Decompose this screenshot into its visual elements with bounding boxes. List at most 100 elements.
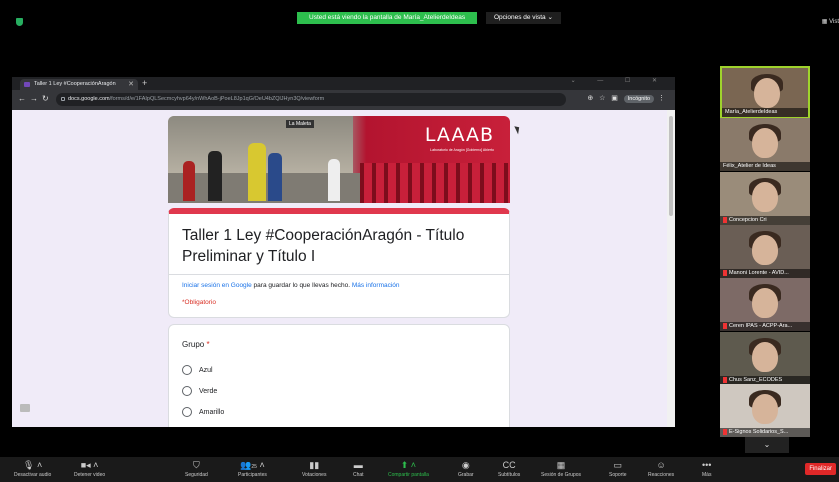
participant-tile[interactable]: Manoni Lorente - AVID...	[720, 225, 810, 278]
sidepanel-icon[interactable]: ▣	[611, 95, 618, 102]
url-path: /forms/d/e/1FAIpQLSecmcyhvp64y/nWhAoB-jP…	[109, 96, 325, 102]
banner-shop-sign: La Maleta	[286, 120, 314, 128]
share-screen-icon: ⬆ ˄	[400, 460, 417, 470]
chat-icon: ▬	[353, 460, 363, 470]
meeting-toolbar: 🎙 ˄ Desactivar audio ■◂ ˄ Detener video ⛉ S…	[0, 457, 839, 482]
participant-video-face	[754, 78, 780, 108]
end-meeting-button[interactable]: Finalizar	[805, 463, 836, 475]
muted-mic-icon	[723, 269, 727, 276]
shield-icon: ⛉	[193, 460, 200, 470]
participants-button[interactable]: 👥25 ˄ Participantes	[238, 460, 267, 479]
participant-name: E-Signos Solidarios_S...	[720, 428, 810, 437]
microphone-icon: 🎙 ˄	[23, 460, 43, 470]
cc-icon: CC	[502, 460, 516, 470]
bar-chart-icon: ▮▮	[309, 460, 320, 470]
radio-option-verde[interactable]: Verde	[182, 386, 217, 397]
tab-title: Taller 1 Ley #CooperaciónAragón	[34, 81, 116, 87]
star-bookmark-icon[interactable]: ☆	[599, 95, 605, 102]
participant-video-face	[752, 342, 778, 372]
signin-notice: Iniciar sesión en Google para guardar lo…	[182, 282, 400, 289]
record-icon: ◉	[461, 460, 470, 470]
stop-video-button[interactable]: ■◂ ˄ Detener video	[74, 460, 105, 479]
participant-video-face	[752, 288, 778, 318]
question-card-grupo: Grupo * Azul Verde Amarillo	[168, 324, 510, 427]
share-screen-button[interactable]: ⬆ ˄ Compartir pantalla	[388, 460, 429, 479]
participant-tile[interactable]: Ceren IPAS - ACPP-Ara...	[720, 278, 810, 331]
more-info-link[interactable]: Más información	[352, 282, 400, 289]
radio-button[interactable]	[182, 386, 192, 397]
view-options-button[interactable]: Opciones de vista ⌄	[486, 12, 561, 24]
forward-arrow-icon[interactable]: →	[30, 94, 38, 103]
participant-tile[interactable]: María_AtelierdeIdeas	[720, 66, 810, 119]
view-toggle-button[interactable]: ▦ Vist	[822, 18, 839, 25]
shared-browser-window: Taller 1 Ley #CooperaciónAragón ✕ + ⌄ — …	[12, 77, 675, 427]
muted-mic-icon	[723, 376, 727, 383]
video-camera-icon: ■◂ ˄	[80, 460, 99, 470]
polls-button[interactable]: ▮▮ Votaciones	[302, 460, 326, 479]
chat-button[interactable]: ▬ Chat	[353, 460, 364, 479]
grid-icon: ▦	[556, 460, 566, 470]
browser-nav-bar: ← → ↻ docs.google.com/forms/d/e/1FAIpQLS…	[12, 90, 675, 110]
participant-name: Ceren IPAS - ACPP-Ara...	[720, 322, 810, 331]
record-button[interactable]: ◉ Grabar	[458, 460, 474, 479]
participant-tile[interactable]: E-Signos Solidarios_S...	[720, 384, 810, 437]
zoom-window: Usted está viendo la pantalla de María_A…	[0, 0, 839, 482]
laaab-logo-subtitle: Laboratorio de Aragón [Gobierno] Abierto	[430, 148, 494, 152]
gallery-scroll-down-icon[interactable]: ⌄	[745, 437, 789, 453]
ellipsis-icon: •••	[702, 460, 712, 470]
form-title-card: Taller 1 Ley #CooperaciónAragón - Título…	[168, 208, 510, 318]
reload-icon[interactable]: ↻	[42, 94, 49, 103]
question-title: Grupo *	[182, 340, 210, 349]
incognito-badge[interactable]: Incógnito	[623, 95, 655, 103]
participant-video-face	[752, 394, 778, 424]
participant-tile[interactable]: Félix_Atelier de Ideas	[720, 118, 810, 171]
screen-share-banner: Usted está viendo la pantalla de María_A…	[297, 12, 478, 24]
radio-button[interactable]	[182, 365, 192, 376]
people-icon: 👥25 ˄	[240, 460, 265, 470]
participant-name: Concepcion Cri	[720, 216, 810, 225]
speech-bubble-icon: ▭	[613, 460, 623, 470]
browser-toolbar-icons: ⊕ ☆ ▣ Incógnito ⋮	[587, 94, 665, 103]
security-shield-icon	[16, 18, 23, 26]
address-bar[interactable]: docs.google.com/forms/d/e/1FAIpQLSecmcyh…	[56, 93, 566, 106]
participant-video-face	[752, 235, 778, 265]
radio-option-amarillo[interactable]: Amarillo	[182, 407, 224, 418]
form-header-image: La Maleta LAAAB Laboratorio de Aragón [G…	[168, 116, 510, 203]
participant-video-face	[752, 182, 778, 212]
tab-strip: Taller 1 Ley #CooperaciónAragón ✕ + ⌄ — …	[12, 77, 675, 90]
participant-video-face	[752, 128, 778, 158]
form-title: Taller 1 Ley #CooperaciónAragón - Título…	[182, 227, 465, 265]
required-note: *Obligatorio	[182, 299, 216, 306]
breakout-rooms-button[interactable]: ▦ Sesión de Grupos	[541, 460, 581, 479]
window-controls[interactable]: ⌄ — ☐ ✕	[571, 77, 667, 84]
security-button[interactable]: ⛉ Seguridad	[185, 460, 208, 479]
mute-audio-button[interactable]: 🎙 ˄ Desactivar audio	[14, 460, 51, 479]
new-tab-button[interactable]: +	[142, 78, 147, 88]
smiley-icon: ☺	[656, 460, 666, 470]
participant-tile[interactable]: Chus Sanz_ECODES	[720, 332, 810, 385]
muted-mic-icon	[723, 216, 727, 223]
signin-link[interactable]: Iniciar sesión en Google	[182, 282, 252, 289]
browser-tab[interactable]: Taller 1 Ley #CooperaciónAragón ✕	[20, 79, 138, 90]
zoom-icon[interactable]: ⊕	[587, 95, 593, 102]
participant-name: Félix_Atelier de Ideas	[720, 162, 810, 171]
url-host: docs.google.com	[68, 96, 110, 102]
radio-option-azul[interactable]: Azul	[182, 365, 213, 376]
back-arrow-icon[interactable]: ←	[18, 94, 26, 103]
feedback-icon[interactable]	[20, 404, 30, 412]
close-tab-icon[interactable]: ✕	[128, 79, 134, 90]
page-scrollbar[interactable]	[667, 110, 675, 427]
menu-dots-icon[interactable]: ⋮	[658, 95, 665, 102]
lock-icon	[61, 97, 65, 101]
radio-button[interactable]	[182, 407, 192, 418]
signin-text: para guardar lo que llevas hecho.	[251, 282, 352, 289]
more-button[interactable]: ••• Más	[702, 460, 711, 479]
forms-favicon-icon	[24, 82, 30, 87]
form-page: La Maleta LAAAB Laboratorio de Aragón [G…	[12, 110, 667, 427]
participant-tile[interactable]: Concepcion Cri	[720, 172, 810, 225]
laaab-logo: LAAAB	[424, 124, 494, 146]
support-button[interactable]: ▭ Soporte	[609, 460, 627, 479]
participant-name: María_AtelierdeIdeas	[722, 108, 808, 117]
subtitles-button[interactable]: CC Subtítulos	[498, 460, 520, 479]
reactions-button[interactable]: ☺ Reacciones	[648, 460, 674, 479]
